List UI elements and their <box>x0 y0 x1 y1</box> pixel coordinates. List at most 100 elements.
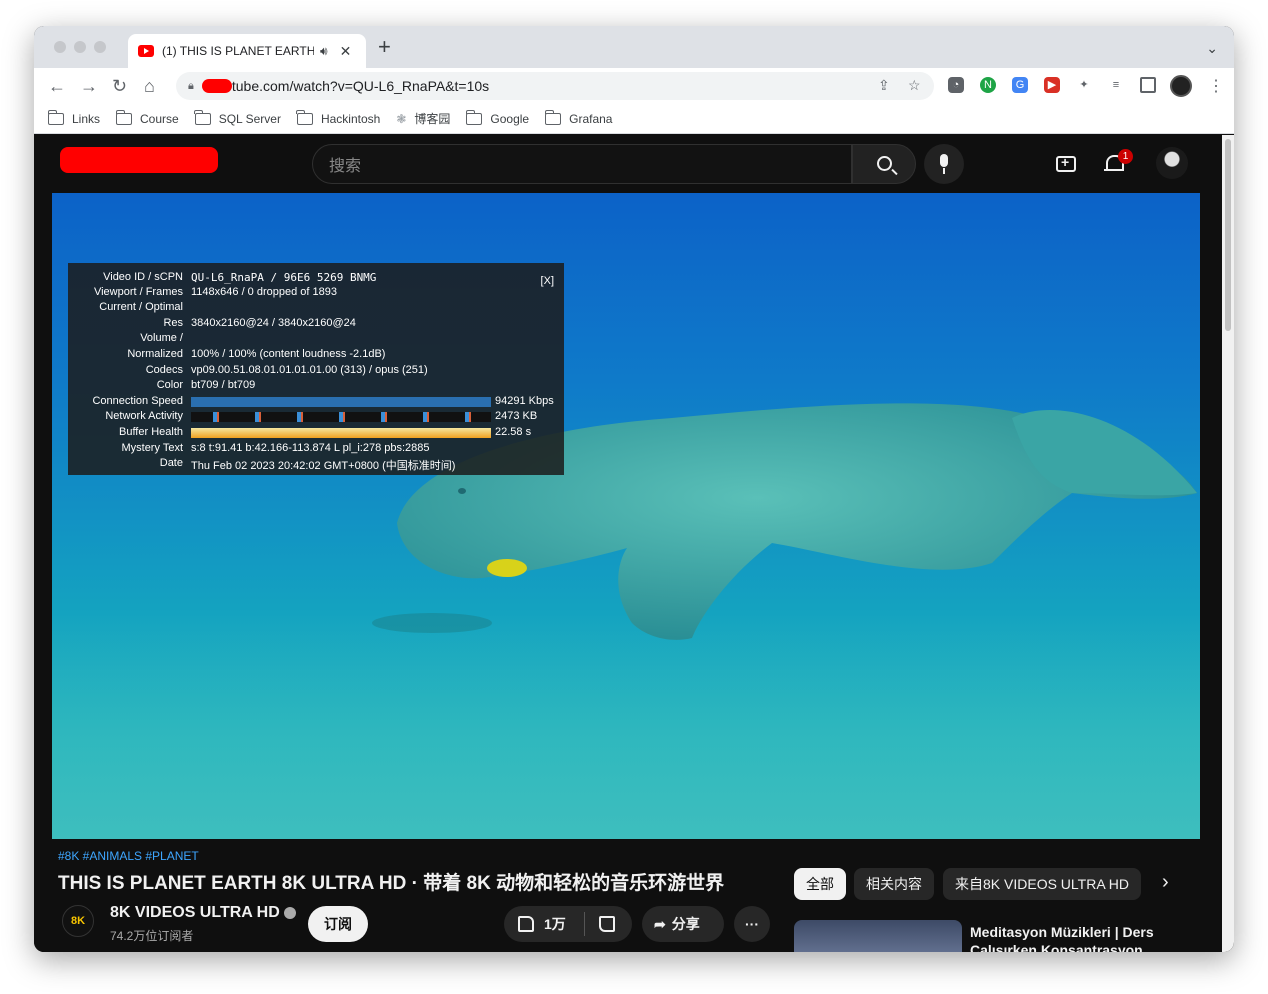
share-icon[interactable]: ⇪ <box>878 77 890 94</box>
browser-window: (1) THIS IS PLANET EARTH 8K 🔊︎ ✕ + ⌄ ← →… <box>34 26 1234 952</box>
more-actions-button[interactable]: ··· <box>734 906 770 942</box>
scrollbar-thumb[interactable] <box>1225 139 1231 331</box>
window-zoom-button[interactable] <box>94 41 106 53</box>
home-icon[interactable]: ⌂ <box>144 74 155 98</box>
youtube-favicon-icon <box>138 45 154 57</box>
subscribe-button[interactable]: 订阅 <box>308 906 368 942</box>
chip-from-channel[interactable]: 来自8K VIDEOS ULTRA HD <box>943 868 1142 900</box>
side-panel-icon[interactable] <box>1140 77 1156 93</box>
search-button[interactable] <box>852 144 916 184</box>
window-minimize-button[interactable] <box>74 41 86 53</box>
bookmark-label: 博客园 <box>414 112 451 126</box>
bookmark-label: Grafana <box>569 111 613 126</box>
channel-name-text: 8K VIDEOS ULTRA HD <box>110 904 280 921</box>
stats-label: Normalized <box>127 348 183 360</box>
bookmark-label: Links <box>72 111 101 126</box>
bookmark-google[interactable]: Google <box>465 109 530 126</box>
bookmark-course[interactable]: Course <box>115 109 179 126</box>
stats-row-buffer-health: Buffer Health 22.58 s <box>68 426 564 441</box>
bookmark-label: Course <box>140 111 179 126</box>
like-count[interactable]: 1万 <box>544 914 566 934</box>
account-avatar[interactable] <box>1156 147 1188 179</box>
extension-translate-icon[interactable]: G <box>1012 77 1028 93</box>
extension-red-icon[interactable]: ▶ <box>1044 77 1060 93</box>
stats-label: Current / Optimal <box>99 301 183 313</box>
stats-label: Codecs <box>145 364 183 376</box>
share-button[interactable]: ➦ 分享 <box>642 906 724 942</box>
new-tab-button[interactable]: + <box>378 36 391 58</box>
connection-speed-graph <box>191 397 491 407</box>
browser-toolbar: ← → ↻ ⌂ 🔒︎ tube.com/watch?v=QU-L6_RnaPA&… <box>34 68 1234 104</box>
bookmarks-bar: Links Course SQL Server Hackintosh ❃ 博客园 … <box>34 104 1234 134</box>
extension-speed-icon[interactable]: ◔ <box>948 77 964 93</box>
extension-n-icon[interactable]: N <box>980 77 996 93</box>
bookmark-links[interactable]: Links <box>47 109 101 126</box>
bookmark-label: SQL Server <box>218 111 281 126</box>
bookmark-label: Google <box>490 111 530 126</box>
stats-value: 1148x646 / 0 dropped of 1893 <box>191 286 337 298</box>
tab-close-icon[interactable]: ✕ <box>340 43 352 60</box>
stats-label: Mystery Text <box>121 442 183 454</box>
back-arrow-icon[interactable]: ← <box>48 74 66 98</box>
stats-value: 22.58 s <box>495 426 532 438</box>
speaker-icon[interactable]: 🔊︎ <box>320 44 328 59</box>
verified-check-icon <box>283 906 296 919</box>
chips-next-chevron-icon[interactable]: › <box>1162 871 1169 894</box>
reading-list-icon[interactable]: ≡ <box>1108 77 1124 93</box>
browser-menu-icon[interactable]: ⋮ <box>1208 76 1224 96</box>
bookmark-hackintosh[interactable]: Hackintosh <box>296 109 381 126</box>
subscriber-count: 74.2万位订阅者 <box>110 929 194 943</box>
lock-icon[interactable]: 🔒︎ <box>188 80 194 93</box>
stats-value: QU-L6_RnaPA / 96E6 5269 BNMG <box>191 271 377 284</box>
forward-arrow-icon[interactable]: → <box>80 74 98 98</box>
bookmark-grafana[interactable]: Grafana <box>544 109 613 126</box>
create-video-icon[interactable] <box>1056 154 1076 172</box>
tab-search-chevron-icon[interactable]: ⌄ <box>1206 40 1218 57</box>
bookmark-star-icon[interactable]: ☆ <box>908 77 921 94</box>
bookmark-sql-server[interactable]: SQL Server <box>194 109 281 126</box>
bookmark-cnblogs[interactable]: ❃ 博客园 <box>396 110 450 127</box>
reload-icon[interactable]: ↻ <box>112 74 127 98</box>
profile-avatar[interactable] <box>1170 75 1192 97</box>
stats-label: Date <box>159 457 183 469</box>
stats-for-nerds-panel: [X] Video ID / sCPN QU-L6_RnaPA / 96E6 52… <box>68 263 564 475</box>
stats-row-color: Color bt709 / bt709 <box>68 379 564 394</box>
stats-value: Thu Feb 02 2023 20:42:02 GMT+0800 (中国标准时… <box>191 460 456 472</box>
folder-icon <box>47 109 64 125</box>
stats-value: 3840x2160@24 / 3840x2160@24 <box>191 317 356 329</box>
page-scrollbar[interactable] <box>1222 135 1234 952</box>
stats-row-date: Date Thu Feb 02 2023 20:42:02 GMT+0800 (中… <box>68 457 564 472</box>
stats-label: Viewport / Frames <box>93 286 183 298</box>
folder-icon <box>544 109 562 125</box>
search-input[interactable]: 搜索 <box>312 144 852 184</box>
stats-label: Res <box>163 317 183 329</box>
related-video-title[interactable]: Meditasyon Müzikleri | Ders Çalışırken K… <box>970 923 1160 952</box>
dislike-thumb-icon[interactable] <box>598 916 615 932</box>
youtube-logo-redacted[interactable] <box>60 147 218 173</box>
stats-value: s:8 t:91.41 b:42.166-113.874 L pl_i:278 … <box>191 442 430 454</box>
video-player[interactable]: [X] Video ID / sCPN QU-L6_RnaPA / 96E6 52… <box>52 193 1200 839</box>
stats-label: Video ID / sCPN <box>103 271 183 283</box>
tab-youtube[interactable]: (1) THIS IS PLANET EARTH 8K 🔊︎ ✕ <box>128 34 366 68</box>
like-thumb-icon[interactable] <box>518 916 534 932</box>
chip-all[interactable]: 全部 <box>794 868 846 900</box>
extensions-puzzle-icon[interactable]: ✦ <box>1076 77 1092 93</box>
related-video-thumbnail[interactable] <box>794 920 962 952</box>
redaction-mark <box>201 79 232 93</box>
window-close-button[interactable] <box>54 41 66 53</box>
stats-value: 2473 KB <box>495 410 538 422</box>
channel-logo[interactable]: 8K <box>62 905 94 937</box>
channel-name[interactable]: 8K VIDEOS ULTRA HD <box>110 904 296 922</box>
folder-icon <box>296 109 313 125</box>
chip-related[interactable]: 相关内容 <box>854 868 934 900</box>
video-hashtags[interactable]: #8K #ANIMALS #PLANET <box>58 849 199 863</box>
voice-search-mic-icon[interactable] <box>924 144 964 184</box>
stats-value: bt709 / bt709 <box>191 379 256 391</box>
stats-value: vp09.00.51.08.01.01.01.01.00 (313) / opu… <box>191 364 428 376</box>
stats-value: 94291 Kbps <box>495 395 554 407</box>
address-bar[interactable]: 🔒︎ tube.com/watch?v=QU-L6_RnaPA&t=10s ⇪ … <box>176 72 934 100</box>
network-activity-graph <box>191 412 491 422</box>
stats-row-connection-speed: Connection Speed 94291 Kbps <box>68 395 564 410</box>
buffer-health-graph <box>191 428 491 438</box>
bookmark-label: Hackintosh <box>320 111 381 126</box>
